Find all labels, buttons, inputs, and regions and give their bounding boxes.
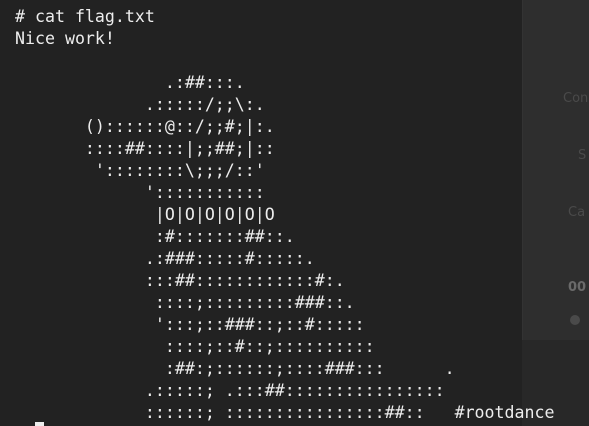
terminal-line: ::::##::::|;;##;|:: [15,139,275,158]
background-window-value: 00 [568,280,587,295]
terminal-output[interactable]: ## cat flag.txtNice work! .:##:::. .::::… [15,0,554,424]
terminal-line: '::::::::::: [15,183,265,202]
terminal-line: ':::;::###::;::#::::: [15,315,365,334]
terminal-line: ::::;::#::;:::::::::: [15,337,375,356]
desktop: Con S Ca 00 ## cat flag.txtNice work! .:… [0,0,589,426]
terminal-line: :::##::::::::::::#:. [15,271,345,290]
terminal-line: .:::::; .:::##:::::::::::::::: [15,381,445,400]
background-window-label: S [578,148,587,163]
terminal-line: '::::::::\;;;/::' [15,161,265,180]
terminal-line: .:::::/;;\:. [15,95,265,114]
background-window-label: Con [563,91,589,106]
terminal-line: ::::;:::::::::###::. [15,293,355,312]
terminal-line: :#:::::::##::. [15,227,295,246]
terminal-line: .:##:::. [15,73,245,92]
terminal-line: :##:;::::::;::::###::: . [15,359,455,378]
background-window-label: Ca [568,205,586,220]
terminal-cursor [35,422,44,426]
status-dot-icon [570,315,580,325]
terminal-line: # cat flag.txt [15,7,155,26]
terminal-line: .:###:::::#:::::. [15,249,315,268]
terminal-line: |O|O|O|O|O|O [15,205,275,224]
terminal-window[interactable]: ## cat flag.txtNice work! .:##:::. .::::… [0,0,554,426]
terminal-line: ::::::; ::::::::::::::::##:: #rootdance [15,403,555,422]
terminal-line: Nice work! [15,29,115,48]
terminal-line: ()::::::@::/;;#;|:. [15,117,275,136]
